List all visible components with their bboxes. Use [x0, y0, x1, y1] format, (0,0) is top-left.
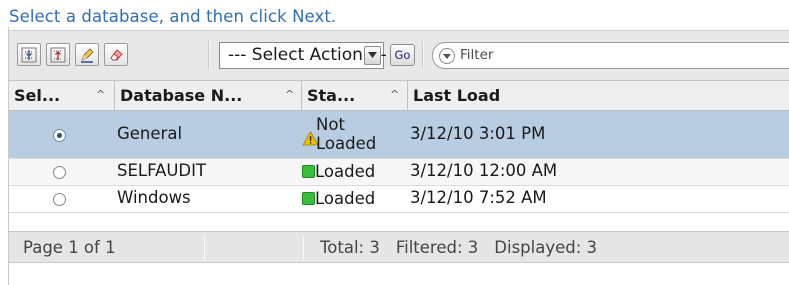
filter-placeholder: Filter	[460, 47, 494, 63]
column-header-status[interactable]: Sta... ^	[302, 81, 408, 111]
status-label-line2: Loaded	[316, 134, 377, 153]
row-radio-button[interactable]	[53, 193, 66, 206]
chevron-down-icon	[368, 52, 377, 58]
loaded-status-icon	[302, 192, 315, 205]
table-row[interactable]: Windows Loaded 3/12/10 7:52 AM	[9, 186, 789, 213]
displayed-count: Displayed: 3	[494, 238, 598, 257]
status-cell: Loaded	[302, 188, 375, 208]
page-indicator: Page 1 of 1	[23, 238, 116, 257]
collapse-all-button[interactable]	[46, 43, 70, 66]
table-empty-space	[9, 213, 789, 231]
clear-button[interactable]	[104, 43, 128, 66]
expand-all-button[interactable]	[17, 43, 41, 66]
toolbar-separator	[208, 41, 210, 69]
status-label-line1: Not	[316, 115, 345, 134]
column-header-last-load[interactable]: Last Load	[408, 81, 789, 111]
filter-input[interactable]: Filter	[432, 42, 789, 69]
table-header: Sel... ^ Database N... ^ Sta... ^ Last L…	[9, 81, 789, 111]
footer-separator	[204, 236, 205, 260]
eraser-icon	[110, 49, 123, 61]
table-toolbar: --- Select Action --- Go Filter	[9, 30, 789, 81]
select-action-dropdown[interactable]: --- Select Action ---	[219, 42, 387, 69]
sort-caret-icon: ^	[96, 88, 106, 101]
table-row[interactable]: SELFAUDIT Loaded 3/12/10 12:00 AM	[9, 159, 789, 186]
row-radio-button[interactable]	[53, 166, 66, 179]
database-name-cell: Windows	[117, 188, 191, 207]
edit-button[interactable]	[75, 43, 99, 66]
column-header-select[interactable]: Sel... ^	[9, 81, 115, 111]
row-radio-button[interactable]	[53, 129, 66, 142]
loaded-status-icon	[302, 165, 315, 178]
collapse-all-icon	[50, 47, 66, 63]
column-header-database-name[interactable]: Database N... ^	[115, 81, 302, 111]
last-load-cell: 3/12/10 3:01 PM	[410, 124, 546, 143]
total-count: Total: 3	[320, 238, 380, 257]
select-action-value: --- Select Action ---	[228, 45, 387, 65]
go-button[interactable]: Go	[390, 44, 415, 66]
toolbar-separator	[422, 41, 424, 69]
filtered-count: Filtered: 3	[395, 238, 479, 257]
status-cell: Loaded	[302, 161, 375, 181]
last-load-cell: 3/12/10 7:52 AM	[410, 188, 547, 207]
filter-dropdown-icon[interactable]	[439, 48, 455, 64]
table-row[interactable]: General Not Loaded 3/12/10 3:01 PM	[9, 111, 789, 159]
sort-caret-icon: ^	[390, 88, 400, 101]
footer-stats: Total: 3 Filtered: 3 Displayed: 3	[320, 238, 613, 257]
expand-all-icon	[21, 47, 37, 63]
sort-caret-icon: ^	[285, 88, 295, 101]
edit-pencil-icon	[81, 48, 94, 63]
database-name-cell: General	[117, 124, 183, 143]
instruction-text: Select a database, and then click Next.	[9, 7, 337, 26]
database-name-cell: SELFAUDIT	[117, 161, 207, 180]
dropdown-arrow-button[interactable]	[364, 46, 381, 65]
last-load-cell: 3/12/10 12:00 AM	[410, 161, 558, 180]
table-footer: Page 1 of 1 Total: 3 Filtered: 3 Displayed…	[9, 231, 789, 263]
footer-separator	[303, 236, 304, 260]
